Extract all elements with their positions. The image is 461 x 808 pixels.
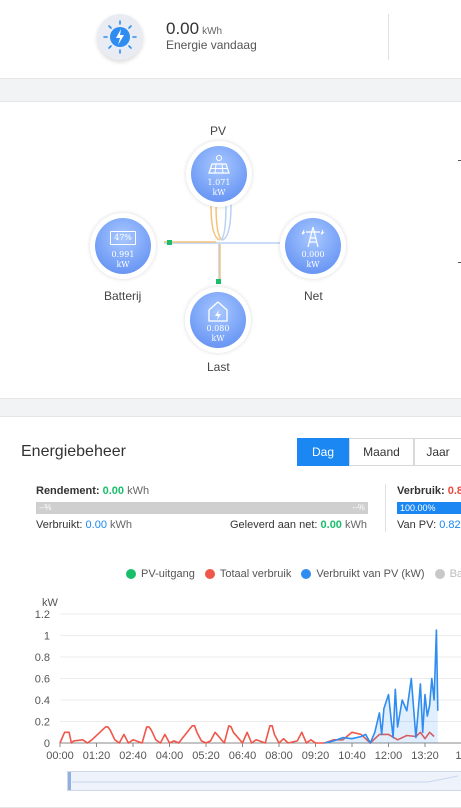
energy-line-chart: 0 0.2 0.4 0.6 0.8 1 1.2kW 00:00 01:20 02:40 04:00 0… <box>35 597 461 762</box>
x-tick-label: 01:20 <box>83 750 111 762</box>
x-tick-label: 14 <box>455 750 461 762</box>
x-tick-label: 08:00 <box>265 750 293 762</box>
y-tick-label: 0.4 <box>35 695 50 707</box>
x-tick-label: 04:00 <box>156 750 184 762</box>
y-tick-label: 0.8 <box>35 652 50 664</box>
x-tick-label: 12:00 <box>375 750 403 762</box>
y-axis-label: kW <box>42 597 59 609</box>
y-tick-label: 0.6 <box>35 674 50 686</box>
x-tick-label: 05:20 <box>192 750 220 762</box>
x-tick-label: 06:40 <box>229 750 257 762</box>
y-tick-label: 1 <box>44 631 50 643</box>
y-tick-label: 0 <box>44 738 50 750</box>
x-tick-label: 09:20 <box>302 750 330 762</box>
y-tick-label: 1.2 <box>35 609 50 621</box>
chart-zoom-slider[interactable] <box>67 771 461 791</box>
x-tick-label: 13:20 <box>411 750 439 762</box>
x-tick-label: 02:40 <box>119 750 147 762</box>
x-tick-label: 10:40 <box>338 750 366 762</box>
x-tick-label: 00:00 <box>46 750 74 762</box>
y-tick-label: 0.2 <box>35 717 50 729</box>
